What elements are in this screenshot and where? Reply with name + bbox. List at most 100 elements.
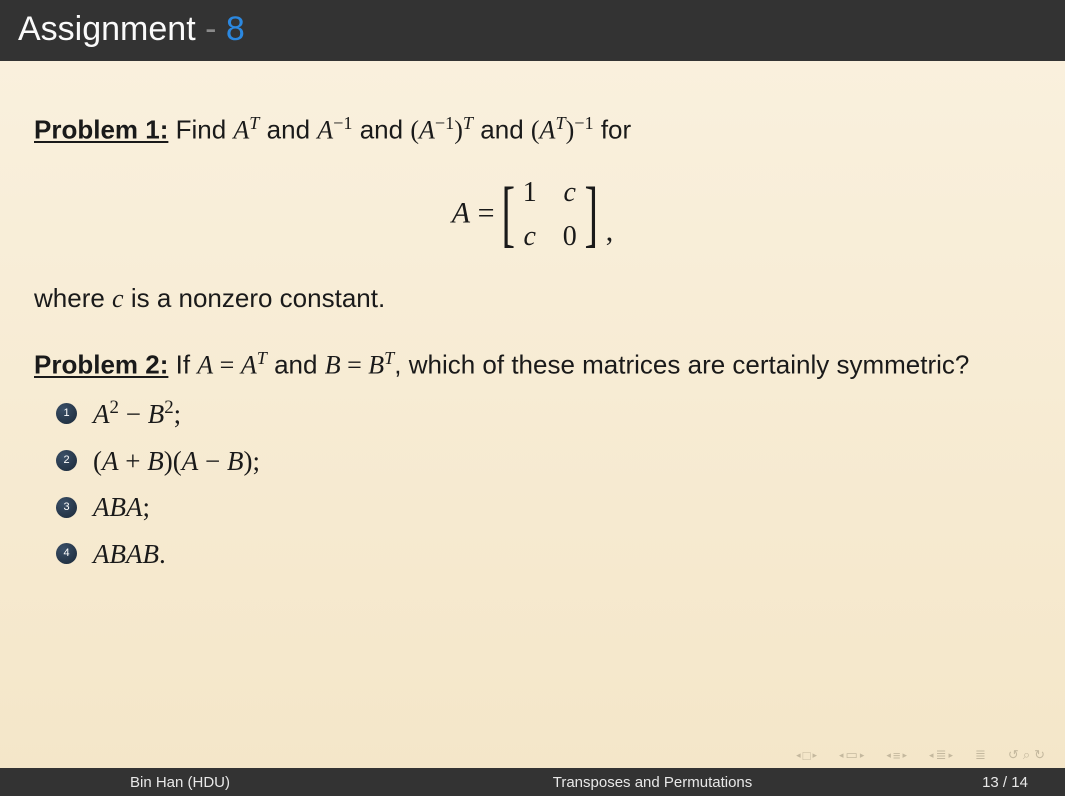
problem-1-where: where c is a nonzero constant. [34, 281, 1031, 316]
list-item: 2 (A + B)(A − B); [56, 443, 1031, 479]
undo-icon[interactable]: ↺ [1008, 747, 1019, 763]
matrix: [ 1 c c 0 ] [502, 174, 597, 256]
i2-plus: + [119, 446, 148, 476]
expr3-base: A [419, 116, 435, 145]
item-4-text: ABAB. [93, 536, 166, 572]
i2-minus: − [198, 446, 227, 476]
bracket-right-icon: ] [584, 185, 598, 244]
expr3-close: ) [454, 116, 463, 145]
matrix-grid: 1 c c 0 [515, 174, 585, 256]
i1-minus: − [119, 399, 148, 429]
title-number: 8 [226, 10, 245, 48]
item-3-text: ABA; [93, 489, 150, 525]
problem-2-label: Problem 2: [34, 350, 168, 380]
problem-1: Problem 1: Find AT and A−1 and (A−1)T an… [34, 111, 1031, 148]
problem-1-find: Find [168, 115, 233, 145]
p2-AT-sup: T [257, 348, 267, 368]
expr4-sup1: T [555, 113, 565, 133]
expr3-sup1: −1 [435, 113, 454, 133]
footer-title: Transposes and Permutations [360, 774, 945, 791]
p2-BT-base: B [368, 351, 384, 380]
enum-list: 1 A2 − B2; 2 (A + B)(A − B); 3 ABA; 4 [34, 395, 1031, 572]
where-post: is a nonzero constant. [124, 283, 386, 313]
m-2-2: 0 [563, 218, 577, 256]
i1-sup2: 2 [164, 397, 173, 418]
expr3-open: ( [410, 116, 419, 145]
p2-BT-sup: T [384, 348, 394, 368]
expr-Ainv-base: A [317, 116, 333, 145]
p2-AT-base: A [241, 351, 257, 380]
matrix-equation: A = [ 1 c c 0 ] , [34, 174, 1031, 256]
nav-goto-icon[interactable]: ≣ [975, 747, 986, 763]
m-2-1: c [523, 218, 537, 256]
search-icon[interactable]: ⌕ [1023, 747, 1030, 763]
expr-AT-sup: T [249, 113, 259, 133]
title-bar: Assignment - 8 [0, 0, 1065, 61]
p2-A: A [197, 351, 213, 380]
title-main: Assignment [18, 10, 196, 48]
p2-and: and [267, 350, 325, 380]
i3-semi: ; [142, 492, 150, 522]
slide: Assignment - 8 Problem 1: Find AT and A−… [0, 0, 1065, 796]
redo-icon[interactable]: ↻ [1034, 747, 1045, 763]
i2-B: B [147, 446, 164, 476]
and-3: and [473, 115, 531, 145]
i4-text: ABAB [93, 539, 159, 569]
p2-post: , which of these matrices are certainly … [394, 350, 969, 380]
nav-subsection-icon[interactable]: ◂ ≣ ▸ [929, 747, 953, 763]
footer-author: Bin Han (HDU) [0, 774, 360, 791]
eq-comma: , [606, 214, 614, 247]
i4-dot: . [159, 539, 166, 569]
for-text: for [594, 115, 632, 145]
footer-page: 13 / 14 [945, 774, 1065, 791]
nav-undo-icon[interactable]: ↺ ⌕ ↻ [1008, 747, 1045, 763]
expr4-close: ) [566, 116, 575, 145]
nav-prev-subsection-icon[interactable]: ◂ ▭ ▸ [839, 747, 864, 763]
i1-B: B [148, 399, 165, 429]
problem-2: Problem 2: If A = AT and B = BT, which o… [34, 346, 1031, 383]
i2-A2: A [182, 446, 199, 476]
m-1-2: c [563, 174, 577, 212]
i2-B2: B [227, 446, 244, 476]
expr-Ainv-sup: −1 [333, 113, 352, 133]
eq-equals: = [470, 196, 502, 229]
list-item: 1 A2 − B2; [56, 395, 1031, 432]
expr4-base: A [540, 116, 556, 145]
bullet-icon: 4 [56, 543, 77, 564]
list-item: 4 ABAB. [56, 536, 1031, 572]
p2-eq2: = [341, 351, 369, 380]
and-2: and [353, 115, 411, 145]
i2-open: ( [93, 446, 102, 476]
slide-body: Problem 1: Find AT and A−1 and (A−1)T an… [0, 61, 1065, 742]
p2-eq1: = [213, 351, 241, 380]
i2-A: A [102, 446, 119, 476]
nav-bar: ◂ □ ▸ ◂ ▭ ▸ ◂ ≡ ▸ ◂ ≣ ▸ ≣ ↺ ⌕ ↻ [0, 742, 1065, 768]
nav-prev-slide-icon[interactable]: ◂ □ ▸ [796, 748, 817, 763]
and-1: and [259, 115, 317, 145]
m-1-1: 1 [523, 174, 537, 212]
expr4-sup2: −1 [574, 113, 593, 133]
expr4-open: ( [531, 116, 540, 145]
where-pre: where [34, 283, 112, 313]
expr-AT-base: A [233, 116, 249, 145]
p2-B: B [325, 351, 341, 380]
i1-semi: ; [174, 399, 182, 429]
i1-A: A [93, 399, 110, 429]
i3-text: ABA [93, 492, 142, 522]
bullet-icon: 1 [56, 403, 77, 424]
footer: Bin Han (HDU) Transposes and Permutation… [0, 768, 1065, 796]
i2-close: )( [164, 446, 182, 476]
bullet-icon: 2 [56, 450, 77, 471]
bullet-icon: 3 [56, 497, 77, 518]
item-1-text: A2 − B2; [93, 395, 181, 432]
nav-section-icon[interactable]: ◂ ≡ ▸ [886, 748, 907, 763]
bracket-left-icon: [ [502, 185, 516, 244]
title-separator: - [196, 10, 226, 48]
i1-sup1: 2 [110, 397, 119, 418]
expr3-sup2: T [463, 113, 473, 133]
list-item: 3 ABA; [56, 489, 1031, 525]
i2-close2: ); [243, 446, 260, 476]
p2-if: If [168, 350, 197, 380]
eq-lhs: A [452, 196, 470, 229]
where-var: c [112, 284, 124, 313]
